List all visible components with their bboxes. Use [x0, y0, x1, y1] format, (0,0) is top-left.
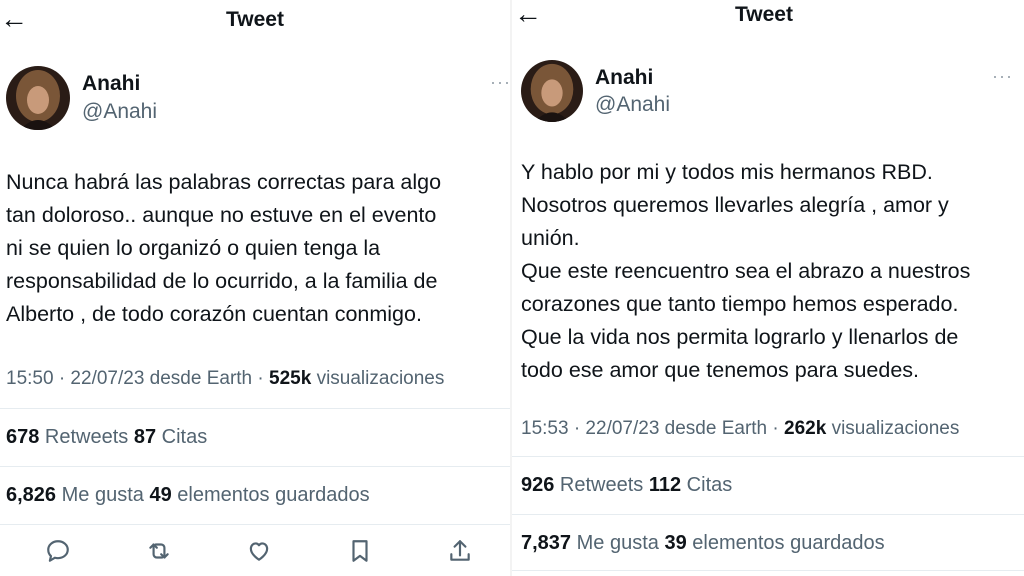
avatar[interactable] — [521, 60, 583, 122]
quotes-label[interactable]: Citas — [681, 474, 733, 496]
divider — [512, 456, 1024, 457]
header-title: Tweet — [226, 8, 284, 31]
bookmark-count: 49 — [149, 484, 172, 506]
author-handle[interactable]: @Anahi — [82, 100, 157, 124]
tweet-panel-right: ← Tweet Anahi @Anahi ··· Y hablo por mi … — [512, 0, 1024, 576]
divider — [0, 408, 512, 409]
retweets-quotes-stats: 678 Retweets 87 Citas — [6, 426, 207, 449]
avatar[interactable] — [6, 66, 70, 130]
share-icon[interactable] — [447, 538, 475, 566]
bookmark-icon[interactable] — [347, 538, 375, 566]
quote-count[interactable]: 112 — [649, 474, 681, 496]
tweet-panel-left: ← Tweet Anahi @Anahi ··· Nunca habrá las… — [0, 0, 512, 576]
likes-bookmarks-stats: 7,837 Me gusta 39 elementos guardados — [521, 532, 885, 555]
tweet-actions-bar — [0, 538, 512, 576]
retweet-icon[interactable] — [146, 538, 174, 566]
view-count: 525k — [269, 368, 312, 389]
header-title: Tweet — [735, 3, 793, 26]
tweet-text: Y hablo por mi y todos mis hermanos RBD.… — [521, 160, 971, 382]
divider — [512, 514, 1024, 515]
back-arrow-icon[interactable]: ← — [514, 0, 542, 28]
author-name[interactable]: Anahi — [82, 72, 140, 96]
bookmarks-label: elementos guardados — [171, 484, 370, 506]
retweet-count[interactable]: 678 — [6, 426, 39, 448]
tweet-meta: 15:50 · 22/07/23 desde Earth · 525k visu… — [6, 368, 444, 390]
back-arrow-icon[interactable]: ← — [0, 5, 28, 33]
tweet-timestamp[interactable]: 15:50 · 22/07/23 desde Earth · — [6, 368, 269, 389]
retweets-label[interactable]: Retweets — [554, 474, 648, 496]
like-icon[interactable] — [246, 538, 274, 566]
tweet-timestamp[interactable]: 15:53 · 22/07/23 desde Earth · — [521, 418, 784, 439]
quotes-label[interactable]: Citas — [156, 426, 208, 448]
author-handle[interactable]: @Anahi — [595, 93, 670, 117]
quote-count[interactable]: 87 — [134, 426, 156, 448]
retweets-label[interactable]: Retweets — [39, 426, 133, 448]
bookmarks-label: elementos guardados — [686, 532, 885, 554]
tweet-meta: 15:53 · 22/07/23 desde Earth · 262k visu… — [521, 418, 959, 440]
views-label: visualizaciones — [311, 368, 445, 389]
likes-label[interactable]: Me gusta — [56, 484, 149, 506]
retweets-quotes-stats: 926 Retweets 112 Citas — [521, 474, 732, 497]
more-options-icon[interactable]: ··· — [490, 72, 511, 93]
bookmark-count: 39 — [664, 532, 687, 554]
divider — [0, 466, 512, 467]
more-options-icon[interactable]: ··· — [992, 66, 1013, 87]
view-count: 262k — [784, 418, 827, 439]
tweet-text: Nunca habrá las palabras correctas para … — [6, 170, 442, 326]
divider — [0, 524, 512, 525]
author-name[interactable]: Anahi — [595, 66, 653, 90]
retweet-count[interactable]: 926 — [521, 474, 554, 496]
like-count[interactable]: 7,837 — [521, 532, 571, 554]
views-label: visualizaciones — [826, 418, 960, 439]
likes-bookmarks-stats: 6,826 Me gusta 49 elementos guardados — [6, 484, 370, 507]
divider — [512, 570, 1024, 571]
likes-label[interactable]: Me gusta — [571, 532, 664, 554]
reply-icon[interactable] — [45, 538, 73, 566]
like-count[interactable]: 6,826 — [6, 484, 56, 506]
